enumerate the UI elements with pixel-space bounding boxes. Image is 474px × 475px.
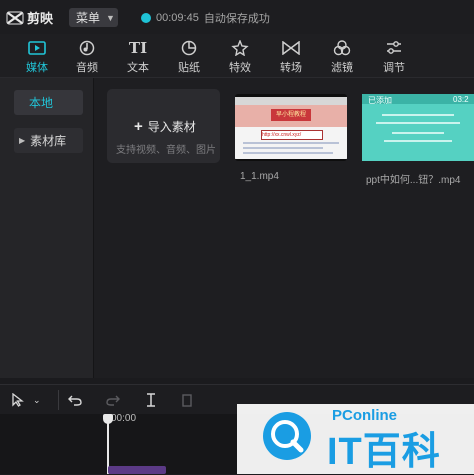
menu-label: 菜单 [76,11,101,25]
tab-adjust[interactable]: 调节 [372,34,416,77]
sidebar-item-library-label: 素材库 [30,134,67,148]
tab-filter-label: 滤镜 [331,62,353,74]
tab-audio[interactable]: 音频 [65,34,109,77]
cursor-icon [12,393,24,407]
tab-sticker[interactable]: 贴纸 [167,34,211,77]
menu-button[interactable]: 菜单 ▼ [69,8,118,27]
toolbar-divider [58,390,59,410]
tab-audio-label: 音频 [76,62,98,74]
title-bar: 剪映 菜单 ▼ 00:09:45 自动保存成功 [0,0,474,34]
delete-button[interactable] [181,391,193,409]
undo-icon [68,395,82,406]
timeline-clip[interactable] [108,466,166,474]
sidebar-item-library[interactable]: ▶ 素材库 [14,128,83,153]
split-button[interactable] [145,391,157,409]
added-label: 已添加 [368,96,392,105]
resource-toolbar: 媒体 音频 TI 文本 贴纸 特效 转场 滤镜 调节 [0,34,474,78]
app-logo: 剪映 [6,8,53,27]
select-tool-dropdown[interactable]: ⌄ [33,391,41,409]
tab-text-label: 文本 [127,62,149,74]
plus-icon: + [134,118,143,135]
adjust-icon [385,38,403,57]
chevron-right-icon: ▶ [19,136,26,145]
tab-media-label: 媒体 [26,62,48,74]
undo-button[interactable] [68,391,82,409]
tab-text[interactable]: TI 文本 [116,34,160,77]
media-icon [28,38,46,57]
audio-icon [79,38,95,57]
playhead-handle[interactable] [103,414,113,424]
media-thumbnail-1[interactable]: 早小程教程 http://xx.cnwl.xyz/ [235,94,347,161]
ruler-time-label: 00:00 [111,413,137,424]
delete-icon [182,394,192,407]
save-status: 00:09:45 自动保存成功 [141,10,270,26]
tab-filter[interactable]: 滤镜 [320,34,364,77]
watermark-logo-icon [263,412,311,460]
watermark-text: IT百科 [327,431,441,473]
save-time: 00:09:45 [156,12,199,24]
save-text: 自动保存成功 [203,13,270,25]
text-icon-glyph: TI [128,38,148,57]
split-icon [147,393,155,407]
chevron-down-icon: ▼ [106,12,115,23]
filter-icon [333,38,351,57]
sticker-icon [181,38,197,57]
tab-effects[interactable]: 特效 [218,34,262,77]
import-media-button[interactable]: + 导入素材 支持视频、音频、图片 [107,89,220,163]
media-grid: + 导入素材 支持视频、音频、图片 早小程教程 http://xx.cnwl.x… [94,78,474,378]
save-status-icon [141,13,151,23]
tab-media[interactable]: 媒体 [15,34,59,77]
import-label: 导入素材 [147,120,196,134]
thumbnail-image: 早小程教程 http://xx.cnwl.xyz/ [235,97,347,159]
import-main: + 导入素材 [134,118,196,135]
text-icon: TI [129,38,147,57]
tab-adjust-label: 调节 [383,62,405,74]
media-filename-1: 1_1.mp4 [240,171,279,182]
tab-effects-label: 特效 [229,62,251,74]
media-sidebar: 本地 ▶ 素材库 [0,78,94,378]
transition-icon [282,38,300,57]
media-thumbnail-2[interactable]: 已添加 03:2 [362,94,474,161]
thumbnail-banner: 早小程教程 [271,109,311,121]
sidebar-item-local[interactable]: 本地 [14,90,83,115]
redo-button[interactable] [106,391,120,409]
app-name: 剪映 [27,11,54,26]
effects-icon [231,38,249,57]
media-duration: 03:2 [453,95,469,104]
media-filename-2: ppt中如何...钮？.mp4 [366,175,461,186]
capcut-logo-icon [6,11,24,24]
tab-sticker-label: 贴纸 [178,62,200,74]
chevron-down-icon: ⌄ [33,394,41,405]
thumbnail-url: http://xx.cnwl.xyz/ [261,130,323,140]
redo-icon [106,395,120,406]
import-hint: 支持视频、音频、图片 [116,145,216,156]
select-tool-button[interactable] [12,391,24,409]
tab-transition-label: 转场 [280,62,302,74]
sidebar-item-local-label: 本地 [29,96,54,110]
tab-transition[interactable]: 转场 [269,34,313,77]
